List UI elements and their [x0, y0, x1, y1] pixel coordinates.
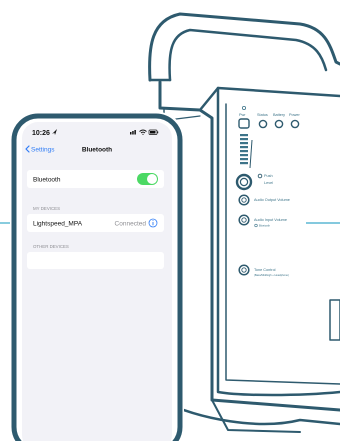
indicator-label-battery: Battery [273, 113, 285, 117]
power-led [241, 106, 246, 111]
push-led [257, 173, 263, 179]
other-devices-list [27, 252, 164, 269]
status-indicator-icon [258, 119, 268, 129]
device-controls: Pwr Status Battery Power Push Level Audi… [235, 106, 300, 277]
audio-input-sub-label: Bluetooth [259, 224, 271, 228]
device-body [158, 80, 340, 412]
push-label: Push [264, 174, 273, 178]
level-meter [240, 134, 248, 165]
device-front-panel [216, 86, 340, 397]
indicator-label-power: Power [289, 113, 300, 117]
my-devices-header: MY DEVICES [33, 206, 60, 211]
bluetooth-icon [254, 223, 258, 228]
back-button[interactable]: Settings [31, 147, 55, 154]
power-button[interactable] [238, 118, 250, 129]
audio-output-knob[interactable] [238, 194, 250, 206]
tone-control-label: Tone Control [254, 268, 276, 272]
device-status: Connected [115, 221, 147, 228]
device-name: Lightspeed_MPA [33, 221, 83, 228]
audio-output-label: Audio Output Volume [254, 198, 290, 202]
tone-control-sub-label: (Bass/Mid/High + Headphone) [254, 273, 289, 277]
bluetooth-toggle-knob [147, 174, 157, 184]
push-level-knob[interactable] [235, 173, 253, 191]
level-label: Level [264, 181, 273, 185]
phone-screen [22, 122, 172, 441]
audio-input-knob[interactable] [238, 214, 250, 226]
indicator-label-status: Status [257, 113, 268, 117]
smartphone: 10:26 Settings Bluetooth Bluetooth MY DE… [10, 112, 184, 441]
power-indicator-icon [290, 119, 300, 129]
audio-input-label: Audio Input Volume [254, 218, 287, 222]
bluetooth-label: Bluetooth [33, 177, 61, 184]
status-time: 10:26 [32, 130, 50, 137]
nav-title: Bluetooth [82, 147, 112, 154]
other-devices-header: OTHER DEVICES [33, 244, 69, 249]
tone-control-knob[interactable] [238, 264, 250, 276]
battery-indicator-icon [274, 119, 284, 129]
power-label: Pwr [239, 113, 246, 117]
